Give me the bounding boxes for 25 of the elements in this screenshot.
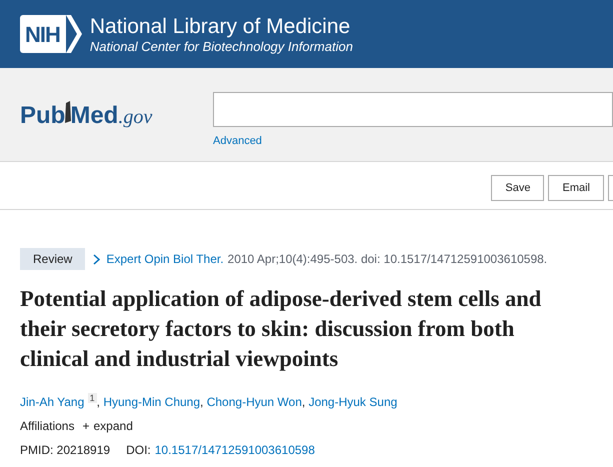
comma-separator: ,: [200, 395, 204, 409]
citation-text: 2010 Apr;10(4):495-503. doi: 10.1517/14712591003610598.: [228, 251, 548, 268]
article-type-badge: Review: [20, 248, 86, 270]
doi-label: DOI:: [126, 443, 151, 457]
site-title: National Library of Medicine: [90, 14, 352, 38]
article-title: Potential application of adipose-derived stem cells and their secretory factors to skin: discussion from both clinical and industrial viewpoints: [20, 285, 542, 373]
author-link[interactable]: Jin-Ah Yang: [20, 395, 84, 409]
author-link[interactable]: Jong-Hyuk Sung: [308, 395, 398, 409]
email-button[interactable]: Email: [548, 175, 604, 201]
advanced-link[interactable]: Advanced: [213, 133, 262, 150]
affiliations-label: Affiliations: [20, 418, 74, 434]
journal-link[interactable]: Expert Opin Biol Ther.: [93, 250, 224, 268]
comma-separator: ,: [96, 395, 100, 409]
author-link[interactable]: Chong-Hyun Won: [206, 395, 302, 409]
save-button[interactable]: Save: [491, 175, 544, 201]
site-subtitle: National Center for Biotechnology Information: [90, 38, 353, 54]
doi-link[interactable]: 10.1517/14712591003610598: [154, 443, 315, 457]
search-field[interactable]: [213, 92, 613, 127]
author-link[interactable]: Hyung-Min Chung: [103, 395, 200, 409]
comma-separator: ,: [302, 395, 306, 409]
affiliation-number[interactable]: 1: [88, 393, 97, 403]
expand-button[interactable]: + expand: [82, 418, 133, 434]
chevron-right-icon: [93, 254, 100, 264]
pmid-text: PMID: 20218919: [20, 443, 110, 457]
pubmed-logo[interactable]: Pub Med.gov: [20, 92, 213, 126]
